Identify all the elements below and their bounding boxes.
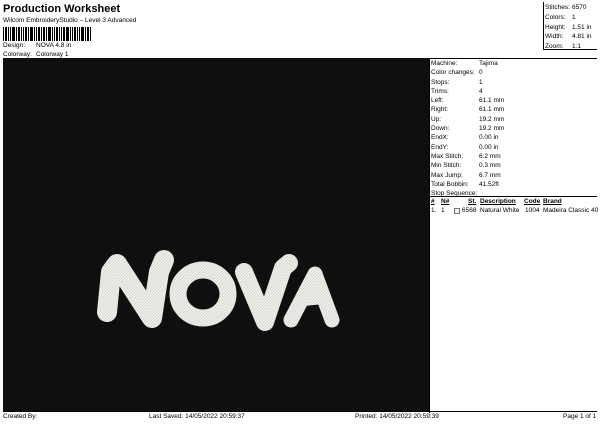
col-brand: Brand <box>543 198 562 205</box>
footer-last-saved: Last Saved: 14/05/2022 20:59:37 <box>149 413 245 420</box>
detail-up: Up: 19.2 mm <box>431 115 505 123</box>
detail-endy: EndY: 0.00 in <box>431 143 499 151</box>
worksheet-page: Production Worksheet Wilcom EmbroiderySt… <box>3 2 599 420</box>
sequence-separator <box>429 196 597 197</box>
stats-bottom-line <box>543 49 597 50</box>
page-title: Production Worksheet <box>3 3 121 15</box>
software-subtitle: Wilcom EmbroideryStudio – Level 3 Advanc… <box>3 17 137 24</box>
detail-max-jump: Max Jump: 6.7 mm <box>431 171 501 179</box>
panel-divider <box>429 58 430 413</box>
machine-details: Machine: Tajima Color changes: 0 Stops: 1 T… <box>431 59 504 198</box>
footer-separator <box>3 411 597 412</box>
col-num: # <box>431 198 435 205</box>
col-needle: N# <box>441 198 450 205</box>
footer-printed: Printed: 14/05/2022 20:59:39 <box>355 413 439 420</box>
footer-created-by: Created By: <box>3 413 38 420</box>
colorway-value: Colorway 1 <box>36 51 69 58</box>
stat-zoom: Zoom: 1:1 <box>545 43 582 51</box>
design-preview <box>3 58 429 411</box>
detail-total-bobbin: Total Bobbin: 41.52ft <box>431 180 499 188</box>
footer-page-number: Page 1 of 1 <box>563 413 597 420</box>
stat-height: Height: 1.51 in <box>545 23 592 31</box>
col-stitches: St. <box>468 198 477 205</box>
detail-down: Down: 19.2 mm <box>431 125 505 133</box>
stats-divider <box>543 2 544 49</box>
embroidery-artwork <box>97 250 340 331</box>
detail-min-stitch: Min Stitch: 0.3 mm <box>431 162 501 170</box>
design-value: NOVA 4.8 in <box>36 42 72 49</box>
detail-machine: Machine: Tajima <box>431 60 498 67</box>
colorway-row: Colorway: Colorway 1 <box>3 51 69 58</box>
col-description: Description <box>480 198 516 205</box>
barcode <box>3 27 99 41</box>
nova-letters <box>97 250 340 331</box>
detail-right: Right: 61.1 mm <box>431 106 505 114</box>
detail-max-stitch: Max Stitch: 6.2 mm <box>431 152 501 160</box>
design-label: Design: <box>3 42 26 49</box>
colorway-label: Colorway: <box>3 51 32 58</box>
thread-color-swatch <box>454 208 460 214</box>
detail-endx: EndX: 0.00 in <box>431 134 499 142</box>
design-name-row: Design: NOVA 4.8 in <box>3 42 71 49</box>
stat-colors: Colors: 1 <box>545 13 576 21</box>
col-code: Code <box>524 198 541 205</box>
detail-left: Left: 61.1 mm <box>431 97 505 105</box>
detail-color-changes: Color changes: 0 <box>431 69 483 77</box>
stats-panel: Stitches: 6570 Colors: 1 Height: 1.51 in Wi… <box>545 3 592 52</box>
stat-width: Width: 4.81 in <box>545 33 592 41</box>
detail-trims: Trims: 4 <box>431 87 483 95</box>
detail-stops: Stops: 1 <box>431 78 483 86</box>
stat-stitches: Stitches: 6570 <box>545 4 587 11</box>
